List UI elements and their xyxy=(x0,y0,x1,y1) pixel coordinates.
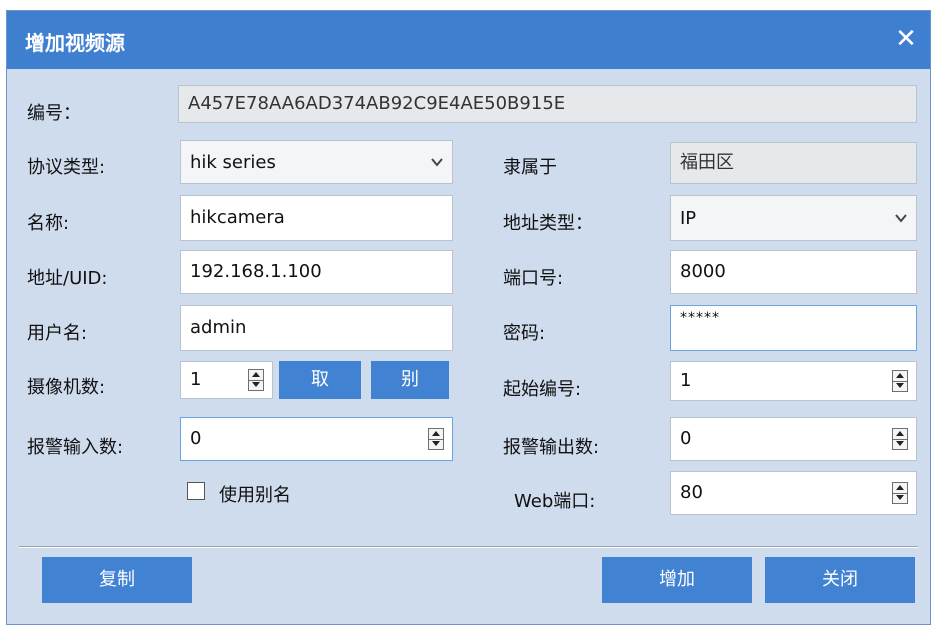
id-label: 编号： xyxy=(27,103,81,124)
start-number-input[interactable]: 1 xyxy=(670,361,917,401)
arrow-down-icon xyxy=(896,383,904,388)
alarm-in-input[interactable]: 0 xyxy=(180,417,453,461)
arrow-up-icon xyxy=(432,431,440,436)
alarm-in-value: 0 xyxy=(190,428,202,449)
chevron-down-icon xyxy=(895,214,907,223)
spinner-down[interactable] xyxy=(249,380,263,390)
belongs-to-label: 隶属于 xyxy=(503,157,557,178)
name-label: 名称: xyxy=(27,213,70,234)
alarm-out-input[interactable]: 0 xyxy=(670,417,917,461)
close-button[interactable]: 关闭 xyxy=(765,557,915,603)
dialog-title: 增加视频源 xyxy=(25,31,125,55)
arrow-down-icon xyxy=(432,441,440,446)
password-input[interactable]: ***** xyxy=(670,305,917,351)
address-type-select-value: IP xyxy=(680,208,697,229)
web-port-label: Web端口: xyxy=(514,491,596,512)
use-alias-label: 使用别名 xyxy=(219,485,291,506)
alarm-in-label: 报警输入数: xyxy=(27,437,124,458)
protocol-select[interactable]: hik series xyxy=(180,140,453,184)
password-label: 密码: xyxy=(503,323,546,344)
belongs-to-field: 福田区 xyxy=(670,142,917,184)
web-port-input[interactable]: 80 xyxy=(670,471,917,515)
name-input[interactable]: hikcamera xyxy=(180,195,453,241)
copy-button[interactable]: 复制 xyxy=(42,557,192,603)
spinner-down[interactable] xyxy=(893,493,907,503)
add-button[interactable]: 增加 xyxy=(602,557,752,603)
alias-button[interactable]: 别 xyxy=(371,361,449,399)
username-label: 用户名: xyxy=(27,323,88,344)
arrow-up-icon xyxy=(896,373,904,378)
id-field: A457E78AA6AD374AB92C9E4AE50B915E xyxy=(178,85,917,123)
address-input[interactable]: 192.168.1.100 xyxy=(180,250,453,294)
title-bar[interactable]: 增加视频源 ✕ xyxy=(7,11,930,69)
arrow-down-icon xyxy=(896,441,904,446)
alarm-out-value: 0 xyxy=(680,428,692,449)
protocol-select-value: hik series xyxy=(190,152,276,173)
address-label: 地址/UID: xyxy=(27,268,108,289)
protocol-label: 协议类型: xyxy=(27,157,106,178)
footer-divider xyxy=(19,546,918,548)
start-number-value: 1 xyxy=(680,370,692,391)
arrow-up-icon xyxy=(896,431,904,436)
add-video-source-dialog: 增加视频源 ✕ 编号： A457E78AA6AD374AB92C9E4AE50B… xyxy=(6,10,931,625)
camera-count-input[interactable]: 1 xyxy=(180,361,273,399)
port-input[interactable]: 8000 xyxy=(670,250,917,294)
alarm-out-spinner[interactable] xyxy=(892,428,908,450)
arrow-up-icon xyxy=(252,372,260,377)
port-label: 端口号: xyxy=(503,268,564,289)
arrow-down-icon xyxy=(252,382,260,387)
chevron-down-icon xyxy=(431,158,443,167)
spinner-down[interactable] xyxy=(893,381,907,391)
web-port-spinner[interactable] xyxy=(892,482,908,504)
address-type-label: 地址类型： xyxy=(503,213,593,234)
alarm-out-label: 报警输出数: xyxy=(503,437,600,458)
spinner-down[interactable] xyxy=(893,439,907,449)
camera-count-spinner[interactable] xyxy=(248,369,264,391)
web-port-value: 80 xyxy=(680,482,703,503)
take-button[interactable]: 取 xyxy=(279,361,361,399)
alarm-in-spinner[interactable] xyxy=(428,428,444,450)
start-number-label: 起始编号: xyxy=(503,379,582,400)
close-icon[interactable]: ✕ xyxy=(888,21,924,57)
camera-count-label: 摄像机数: xyxy=(27,377,106,398)
start-number-spinner[interactable] xyxy=(892,370,908,392)
arrow-down-icon xyxy=(896,495,904,500)
camera-count-value: 1 xyxy=(190,369,202,390)
use-alias-checkbox[interactable] xyxy=(187,482,205,500)
address-type-select[interactable]: IP xyxy=(670,195,917,241)
spinner-down[interactable] xyxy=(429,439,443,449)
arrow-up-icon xyxy=(896,485,904,490)
username-input[interactable]: admin xyxy=(180,305,453,351)
